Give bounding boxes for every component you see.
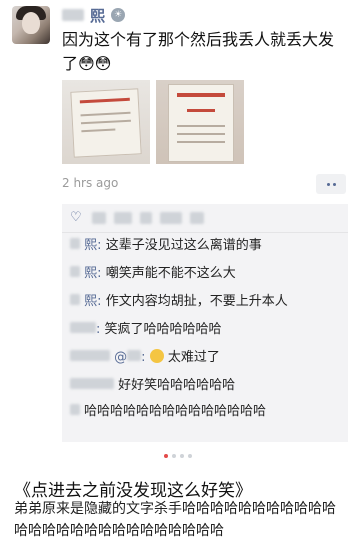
comment-mention[interactable]: @ [114,350,127,365]
certificate-red-line [79,97,130,104]
certificate-red-line [177,93,225,97]
photo-grid [62,80,244,164]
dot-icon [326,182,330,186]
comment-text: 嘲笑声能不能不这么大 [105,266,236,281]
blurred-liker[interactable] [114,212,132,224]
comment-item[interactable]: 熙: 这辈子没见过这么离谱的事 [70,236,346,256]
more-actions-button[interactable] [316,174,346,194]
blurred-mention-name [127,350,142,361]
heart-icon: ♡ [70,210,82,225]
blurred-name[interactable] [70,322,96,333]
comment-item[interactable]: 哈哈哈哈哈哈哈哈哈哈哈哈哈哈 [70,402,346,422]
comment-item[interactable]: 熙: 作文内容均胡扯，不要上升本人 [70,292,346,312]
certificate-text-line [80,111,131,117]
blurred-name-part [70,266,80,277]
avatar-face [22,12,40,34]
moments-post: 熙 ☀ 因为这个有了那个然后我丢人就丢大发了😳😳 2 hrs ago ♡ 熙: … [0,0,360,460]
certificate-red-line [187,109,215,112]
comment-item[interactable]: : 笑疯了哈哈哈哈哈哈 [70,320,346,340]
post-username[interactable]: 熙 ☀ [62,6,126,25]
carousel-dot[interactable] [172,454,176,458]
comment-author[interactable]: 熙 [84,266,97,281]
likes-row: ♡ [62,204,348,233]
comment-text: 笑疯了哈哈哈哈哈哈 [104,322,222,337]
certificate-text-line [81,128,116,133]
blurred-liker[interactable] [92,212,106,224]
comment-item[interactable]: 熙: 嘲笑声能不能不这么大 [70,264,346,284]
certificate-text-line [80,119,131,125]
article-body: 弟弟原来是隐藏的文字杀手哈哈哈哈哈哈哈哈哈哈哈哈哈哈哈哈哈哈哈哈哈哈哈哈哈哈 [14,501,336,539]
post-photo-1[interactable] [62,80,150,164]
certificate-image [70,88,142,158]
carousel-dot[interactable] [180,454,184,458]
carousel-indicator [164,454,192,458]
comment-author[interactable]: 熙 [84,294,97,309]
comment-text: 哈哈哈哈哈哈哈哈哈哈哈哈哈哈 [84,404,267,419]
certificate-text-line [177,133,225,135]
certificate-text-line [177,141,225,143]
carousel-dot-active[interactable] [164,454,168,458]
comment-text: 作文内容均胡扯，不要上升本人 [105,294,288,309]
comments-panel: ♡ 熙: 这辈子没见过这么离谱的事 熙: 嘲笑声能不能不这么大 熙: 作文内容均… [62,204,348,442]
post-photo-2[interactable] [156,80,244,164]
certificate-text-line [177,125,225,127]
blurred-name[interactable] [70,404,80,415]
post-text: 因为这个有了那个然后我丢人就丢大发了😳😳 [62,30,335,73]
blurred-name-part [62,9,84,21]
blurred-liker[interactable] [140,212,152,224]
blurred-name-part [70,238,80,249]
comment-text: 这辈子没见过这么离谱的事 [105,238,262,253]
sun-icon: ☀ [111,8,126,22]
blurred-name[interactable] [70,378,114,389]
laughing-crying-emoji-icon [149,349,164,363]
comment-author[interactable]: 熙 [84,238,97,253]
blurred-liker[interactable] [160,212,182,224]
carousel-dot[interactable] [188,454,192,458]
post-time: 2 hrs ago [62,176,119,190]
dot-icon [332,182,336,186]
comment-item[interactable]: @: 太难过了 [70,348,346,368]
user-avatar[interactable] [12,6,50,44]
blurred-name[interactable] [70,350,110,361]
comment-text: 好好笑哈哈哈哈哈哈 [118,378,236,393]
blurred-name-part [70,294,80,305]
blurred-liker[interactable] [190,212,204,224]
username-text: 熙 [90,6,106,25]
certificate-image [168,84,234,162]
comment-text: 太难过了 [167,350,220,365]
comment-item[interactable]: 好好笑哈哈哈哈哈哈 [70,376,346,396]
